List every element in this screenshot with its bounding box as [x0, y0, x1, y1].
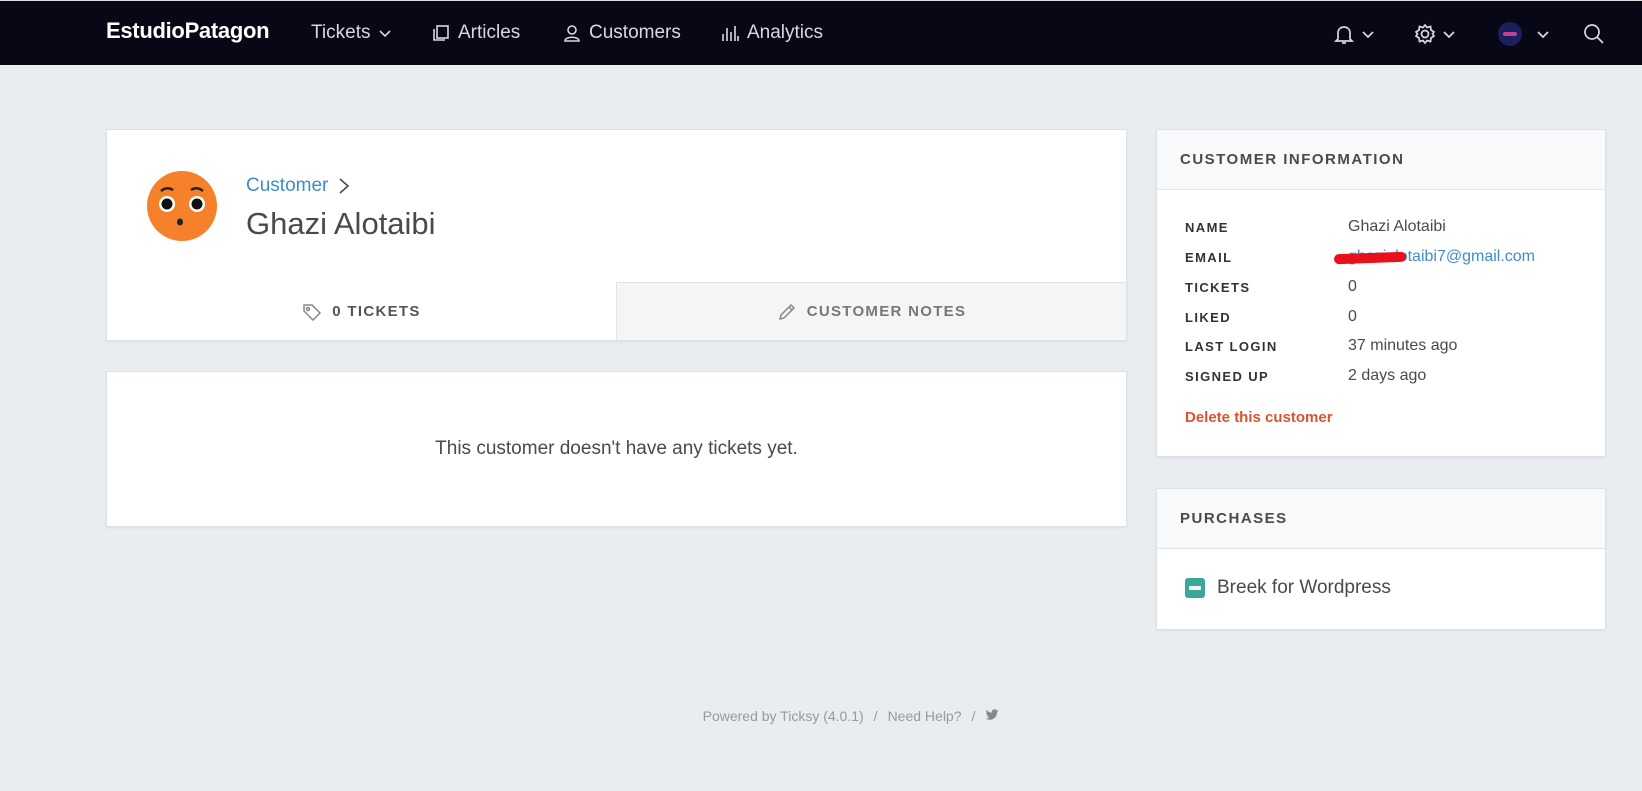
footer-separator: /: [873, 708, 878, 724]
nav-analytics-label: Analytics: [747, 22, 824, 43]
empty-tickets-message: This customer doesn't have any tickets y…: [435, 438, 798, 459]
info-value: Ghazi Alotaibi: [1348, 218, 1446, 235]
account-menu[interactable]: [1498, 20, 1550, 48]
footer-separator: /: [971, 708, 976, 724]
tab-customer-notes[interactable]: CUSTOMER NOTES: [616, 282, 1126, 340]
info-label: TICKETS: [1185, 279, 1251, 295]
settings-menu[interactable]: [1414, 20, 1456, 48]
search-button[interactable]: [1583, 20, 1605, 48]
search-icon: [1584, 24, 1604, 44]
tab-notes-label: CUSTOMER NOTES: [806, 303, 967, 320]
bar-chart-icon: [722, 26, 739, 41]
chevron-down-icon: [1443, 31, 1455, 39]
chevron-down-icon: [379, 30, 392, 38]
info-label: SIGNED UP: [1185, 368, 1270, 384]
chevron-down-icon: [1537, 31, 1549, 39]
delete-customer-link[interactable]: Delete this customer: [1185, 409, 1333, 426]
nav-articles-label: Articles: [458, 22, 521, 43]
nav-customers[interactable]: Customers: [563, 20, 681, 46]
tickets-panel: This customer doesn't have any tickets y…: [106, 371, 1127, 527]
footer: Powered by Ticksy (4.0.1) / Need Help? /: [0, 708, 1642, 724]
info-value: 37 minutes ago: [1348, 337, 1458, 354]
breadcrumb[interactable]: Customer: [246, 175, 350, 197]
chevron-right-icon: [339, 178, 350, 194]
articles-icon: [433, 25, 449, 41]
customer-tabs: 0 TICKETS CUSTOMER NOTES: [107, 282, 1126, 340]
nav-customers-label: Customers: [589, 22, 681, 43]
user-icon: [564, 25, 580, 42]
need-help-link[interactable]: Need Help?: [888, 708, 962, 724]
purchase-item[interactable]: Breek for Wordpress: [1185, 577, 1391, 599]
info-value: 2 days ago: [1348, 367, 1427, 384]
chevron-down-icon: [1362, 31, 1374, 39]
nav-tickets[interactable]: Tickets: [311, 20, 392, 46]
info-row-liked: LIKED 0: [1185, 306, 1585, 328]
brand-logo[interactable]: EstudioPatagon: [106, 18, 270, 44]
customer-avatar: [147, 171, 217, 241]
twitter-icon[interactable]: [985, 708, 999, 722]
nav-analytics[interactable]: Analytics: [721, 20, 823, 46]
info-value: 0: [1348, 308, 1357, 325]
tab-tickets-label: 0 TICKETS: [332, 303, 421, 320]
bell-icon: [1333, 26, 1355, 44]
info-row-name: NAME Ghazi Alotaibi: [1185, 216, 1585, 238]
purchases-title: PURCHASES: [1157, 489, 1605, 549]
info-row-last-login: LAST LOGIN 37 minutes ago: [1185, 335, 1585, 357]
pencil-icon: [778, 303, 795, 320]
info-row-email: EMAIL ghazialotaibi7@gmail.com: [1185, 246, 1585, 268]
avatar: [1498, 22, 1522, 46]
gear-icon: [1414, 23, 1436, 45]
info-row-tickets: TICKETS 0: [1185, 276, 1585, 298]
customer-profile-card: Customer Ghazi Alotaibi 0 TICKETS CUSTOM…: [106, 129, 1127, 341]
tab-tickets[interactable]: 0 TICKETS: [107, 282, 616, 340]
info-row-signed-up: SIGNED UP 2 days ago: [1185, 365, 1585, 387]
customer-information-card: CUSTOMER INFORMATION NAME Ghazi Alotaibi…: [1156, 129, 1606, 457]
email-link[interactable]: ghazialotaibi7@gmail.com: [1333, 248, 1535, 266]
info-value: 0: [1348, 278, 1357, 295]
top-navbar: EstudioPatagon Tickets Articles Customer…: [0, 0, 1642, 65]
info-label: LAST LOGIN: [1185, 338, 1278, 354]
breadcrumb-customer[interactable]: Customer: [246, 175, 328, 197]
purchases-card: PURCHASES Breek for Wordpress: [1156, 488, 1606, 630]
powered-by-link[interactable]: Powered by Ticksy (4.0.1): [703, 708, 864, 724]
info-label: NAME: [1185, 219, 1229, 235]
tag-icon: [303, 303, 322, 321]
info-label: LIKED: [1185, 309, 1231, 325]
nav-tickets-label: Tickets: [311, 22, 371, 43]
info-label: EMAIL: [1185, 249, 1233, 265]
product-thumbnail: [1185, 578, 1205, 598]
notifications-menu[interactable]: [1333, 20, 1375, 48]
customer-information-title: CUSTOMER INFORMATION: [1157, 130, 1605, 190]
purchase-item-label: Breek for Wordpress: [1217, 577, 1391, 598]
customer-name: Ghazi Alotaibi: [246, 206, 436, 241]
nav-articles[interactable]: Articles: [432, 20, 520, 46]
flushed-face-icon: [159, 187, 205, 226]
